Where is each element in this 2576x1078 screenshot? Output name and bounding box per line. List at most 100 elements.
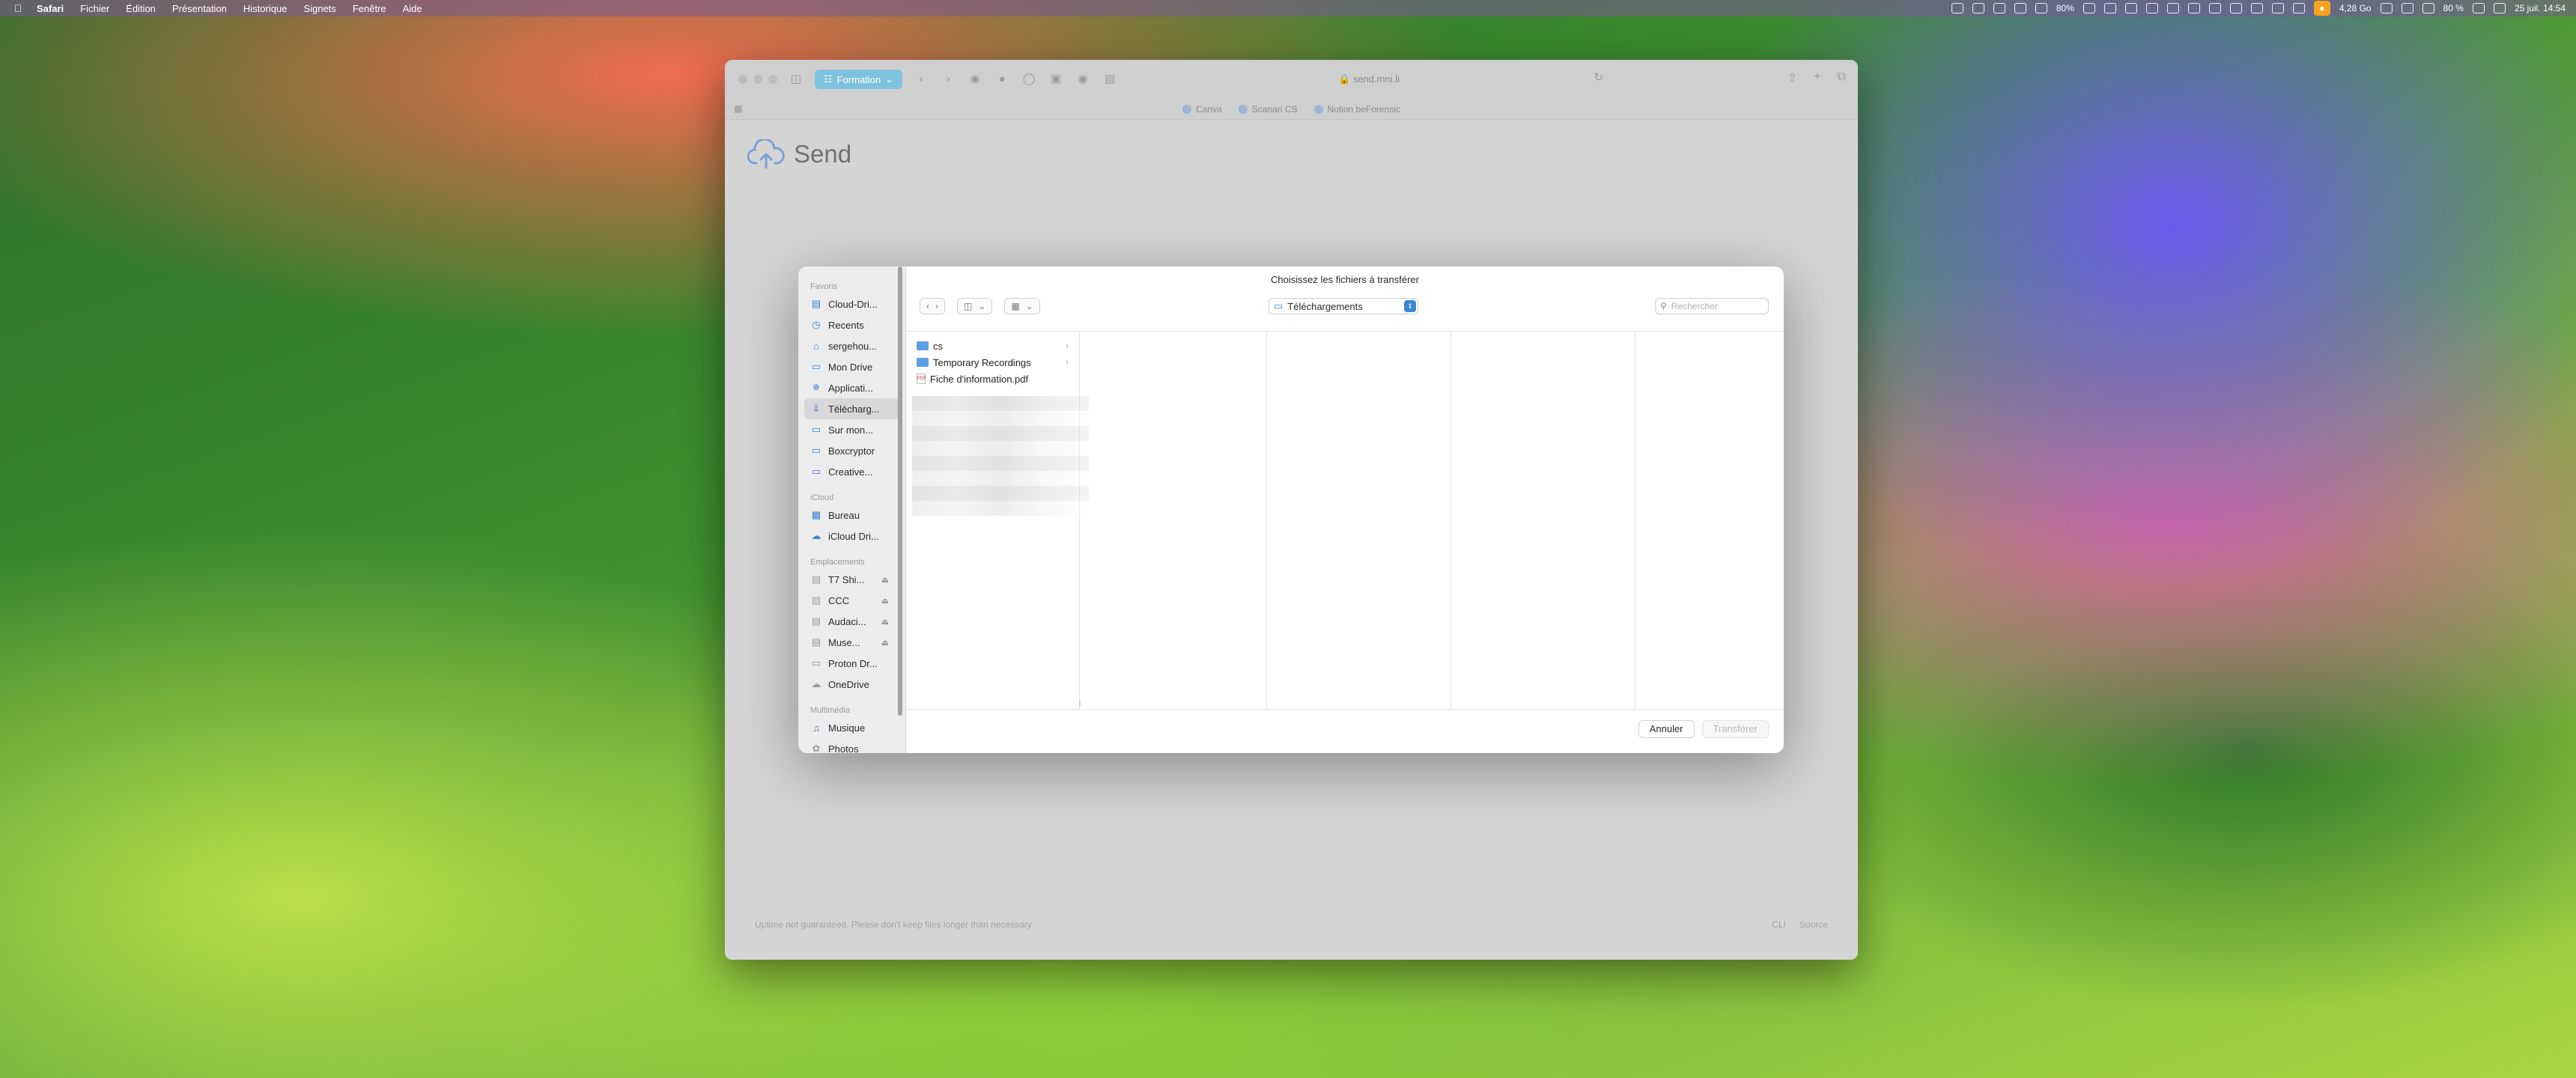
sidebar-item-home[interactable]: ⌂ sergehou... — [798, 335, 905, 356]
clock[interactable]: 25 juil. 14:54 — [2515, 3, 2566, 13]
sidebar-item-bureau[interactable]: ▩ Bureau — [798, 505, 905, 526]
reload-icon[interactable]: ↻ — [1594, 70, 1603, 84]
status-icon-14[interactable] — [2380, 3, 2393, 13]
cancel-button[interactable]: Annuler — [1638, 720, 1695, 738]
sidebar-item-label: Photos — [828, 743, 859, 754]
menu-aide[interactable]: Aide — [395, 3, 431, 14]
share-icon[interactable]: ⇧ — [1787, 70, 1797, 85]
sidebar-item-onedrive[interactable]: ☁ OneDrive — [798, 674, 905, 695]
status-icon-2[interactable] — [2014, 3, 2026, 13]
footer-notice: Uptime not guaranteed. Please don't keep… — [755, 919, 1032, 930]
file-row-cs[interactable]: cs › — [906, 338, 1079, 354]
sidebar-item-mon-drive[interactable]: ▭ Mon Drive — [798, 356, 905, 377]
extension-icon-5[interactable]: ◉ — [1075, 73, 1091, 86]
sidebar-item-ccc[interactable]: ▤ CCC ⏏ — [798, 590, 905, 611]
favorite-notion[interactable]: Notion beForensic — [1313, 104, 1400, 115]
status-icon-6[interactable] — [2124, 3, 2137, 13]
menu-historique[interactable]: Historique — [235, 3, 296, 14]
sidebar-item-telechargements[interactable]: ⇓ Télécharg... — [804, 398, 899, 419]
tab-group-button[interactable]: ☷ Formation ⌄ — [815, 70, 903, 89]
file-row-temporary-recordings[interactable]: Temporary Recordings › — [906, 354, 1079, 371]
sidebar-item-audaci[interactable]: ▤ Audaci... ⏏ — [798, 611, 905, 632]
minimize-window-button[interactable] — [753, 75, 762, 84]
status-icon-7[interactable] — [2145, 3, 2158, 13]
sidebar-item-sur-mon[interactable]: ▭ Sur mon... — [798, 419, 905, 440]
eject-icon[interactable]: ⏏ — [881, 575, 889, 585]
favorite-scanari[interactable]: Scanari CS — [1238, 104, 1298, 115]
sidebar-item-label: OneDrive — [828, 678, 869, 690]
cli-link[interactable]: CLI — [1772, 919, 1786, 930]
sidebar-item-t7[interactable]: ▤ T7 Shi... ⏏ — [798, 569, 905, 590]
sidebar-item-creative[interactable]: ▭ Creative... — [798, 461, 905, 482]
status-icon-11[interactable] — [2250, 3, 2263, 13]
record-icon[interactable] — [1993, 3, 2005, 13]
search-field[interactable]: ⚲ Rechercher — [1655, 298, 1769, 314]
control-center-icon[interactable] — [2493, 3, 2506, 13]
search-icon[interactable] — [1951, 3, 1963, 13]
menu-edition[interactable]: Édition — [118, 3, 164, 14]
grid-icon[interactable]: ▦ — [734, 103, 742, 114]
extension-icon-6[interactable]: ▤ — [1102, 73, 1118, 86]
extension-icon-1[interactable]: ◉ — [967, 73, 983, 86]
battery-status[interactable]: 80 % — [2443, 3, 2464, 13]
sidebar-item-photos[interactable]: ✿ Photos — [798, 738, 905, 753]
menu-signets[interactable]: Signets — [295, 3, 344, 14]
zoom-window-button[interactable] — [768, 75, 777, 84]
sidebar-item-proton-drive[interactable]: ▭ Proton Dr... — [798, 653, 905, 674]
menu-fenetre[interactable]: Fenêtre — [344, 3, 395, 14]
sidebar-item-boxcryptor[interactable]: ▭ Boxcryptor — [798, 440, 905, 461]
favorite-canva[interactable]: Canva — [1182, 104, 1222, 115]
cloud-status-icon[interactable] — [2166, 3, 2179, 13]
status-icon-16[interactable] — [2422, 3, 2434, 13]
extension-icon-2[interactable]: ● — [994, 73, 1010, 86]
status-icon-4[interactable] — [2083, 3, 2095, 13]
back-icon[interactable]: ‹ — [926, 301, 929, 311]
file-row-fiche-pdf[interactable]: PDF Fiche d'information.pdf — [906, 371, 1079, 387]
menu-fichier[interactable]: Fichier — [72, 3, 118, 14]
column-view-button[interactable]: ◫ ⌄ — [957, 298, 993, 314]
status-icon-10[interactable] — [2229, 3, 2242, 13]
extension-icon-3[interactable]: ◯ — [1021, 73, 1037, 86]
tab-overview-icon[interactable]: ⧉ — [1838, 70, 1846, 85]
back-icon[interactable]: ‹ — [913, 73, 929, 86]
wifi-icon[interactable] — [2472, 3, 2485, 13]
status-icon-13[interactable] — [2292, 3, 2305, 13]
sidebar-scrollbar[interactable] — [898, 267, 902, 716]
send-logo[interactable]: Send — [747, 139, 851, 169]
sidebar-item-musique[interactable]: ♫ Musique — [798, 717, 905, 738]
storage-status[interactable]: 4,28 Go — [2339, 3, 2372, 13]
column-resize-handle[interactable]: ‖ — [1078, 700, 1081, 707]
sidebar-item-label: Sur mon... — [828, 424, 873, 436]
status-icon-3[interactable] — [2035, 3, 2047, 13]
forward-icon[interactable]: › — [940, 73, 956, 86]
status-icon-12[interactable] — [2271, 3, 2284, 13]
cpu-status[interactable]: 80% — [2056, 3, 2074, 13]
extension-icon-4[interactable]: ▣ — [1048, 73, 1064, 86]
sidebar-item-applications[interactable]: ✵ Applicati... — [798, 377, 905, 398]
microphone-icon[interactable]: ● — [2313, 1, 2330, 16]
new-tab-icon[interactable]: + — [1814, 70, 1820, 85]
sidebar-item-recents[interactable]: ◷ Recents — [798, 314, 905, 335]
group-button[interactable]: ▦ ⌄ — [1004, 298, 1040, 314]
source-link[interactable]: Source — [1799, 919, 1828, 930]
eject-icon[interactable]: ⏏ — [881, 617, 889, 627]
status-icon-9[interactable] — [2208, 3, 2221, 13]
menu-app-name[interactable]: Safari — [28, 3, 72, 14]
status-icon-15[interactable] — [2401, 3, 2414, 13]
status-icon-1[interactable] — [1972, 3, 1984, 13]
sidebar-item-icloud-drive[interactable]: ☁ iCloud Dri... — [798, 526, 905, 546]
transfer-button[interactable]: Transférer — [1701, 720, 1769, 738]
status-icon-8[interactable] — [2187, 3, 2200, 13]
forward-icon[interactable]: › — [935, 301, 938, 311]
eject-icon[interactable]: ⏏ — [881, 638, 889, 648]
menu-presentation[interactable]: Présentation — [164, 3, 235, 14]
sidebar-item-muse[interactable]: ▤ Muse... ⏏ — [798, 632, 905, 653]
sidebar-toggle-icon[interactable]: ◫ — [788, 73, 804, 86]
location-popup[interactable]: ▭ Téléchargements ⇕ — [1269, 298, 1418, 314]
status-icon-5[interactable] — [2103, 3, 2116, 13]
close-window-button[interactable] — [738, 75, 747, 84]
sidebar-item-cloud-drive[interactable]: ▤ Cloud-Dri... — [798, 293, 905, 314]
address-bar[interactable]: 🔒 send.mni.li — [1144, 69, 1594, 90]
apple-icon[interactable]:  — [7, 2, 28, 14]
eject-icon[interactable]: ⏏ — [881, 596, 889, 606]
